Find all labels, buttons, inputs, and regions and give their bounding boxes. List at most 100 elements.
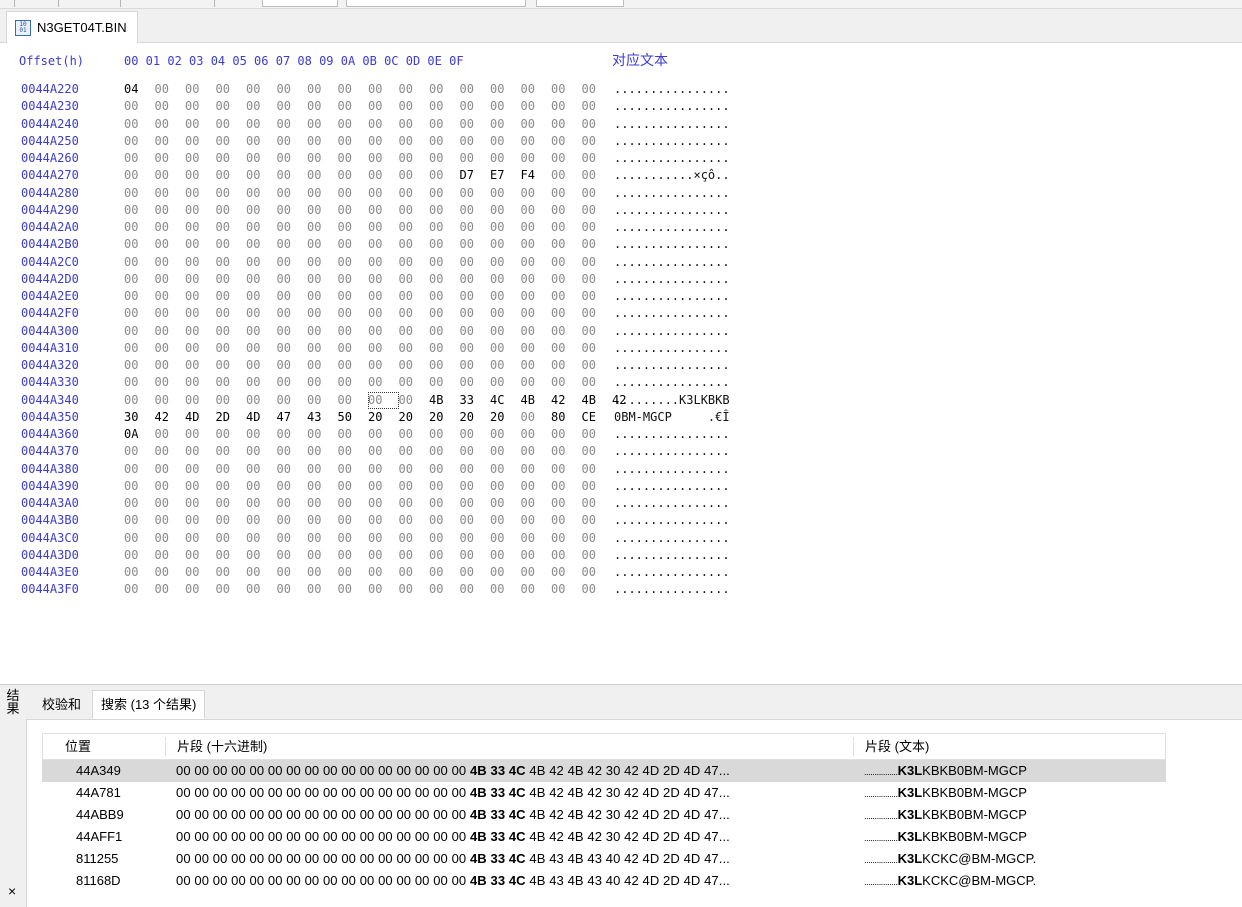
byte-cell[interactable]: 00 bbox=[551, 495, 582, 512]
byte-cell[interactable]: 00 bbox=[307, 116, 338, 133]
byte-cell[interactable]: 00 bbox=[338, 581, 369, 598]
byte-cell[interactable]: 00 bbox=[307, 133, 338, 150]
byte-cell[interactable]: 00 bbox=[429, 547, 460, 564]
byte-cell[interactable]: 00 bbox=[429, 305, 460, 322]
byte-cell[interactable]: 00 bbox=[521, 461, 552, 478]
byte-cell[interactable]: 00 bbox=[368, 150, 399, 167]
byte-cell[interactable]: 00 bbox=[124, 98, 155, 115]
byte-cell[interactable]: 00 bbox=[582, 185, 613, 202]
byte-cell[interactable]: 00 bbox=[490, 530, 521, 547]
byte-cell[interactable]: 00 bbox=[551, 581, 582, 598]
byte-cell[interactable]: 00 bbox=[582, 133, 613, 150]
byte-cell[interactable]: 00 bbox=[155, 443, 186, 460]
row-bytes[interactable]: 00 00 00 00 00 00 00 00 00 00 00 00 00 00 00 00 bbox=[124, 98, 612, 115]
byte-cell[interactable]: 00 bbox=[216, 150, 247, 167]
byte-cell[interactable]: 00 bbox=[490, 564, 521, 581]
byte-cell[interactable]: 00 bbox=[246, 461, 277, 478]
byte-cell[interactable]: 0A bbox=[124, 426, 155, 443]
byte-cell[interactable]: 00 bbox=[155, 564, 186, 581]
byte-cell[interactable]: 20 bbox=[460, 409, 491, 426]
byte-cell[interactable]: 00 bbox=[124, 495, 155, 512]
byte-cell[interactable]: 00 bbox=[246, 288, 277, 305]
row-text[interactable]: ................ bbox=[614, 81, 730, 98]
byte-cell[interactable]: 00 bbox=[246, 323, 277, 340]
byte-cell[interactable]: 00 bbox=[551, 98, 582, 115]
byte-cell[interactable]: 00 bbox=[399, 495, 430, 512]
byte-cell[interactable]: 00 bbox=[246, 426, 277, 443]
column-divider[interactable] bbox=[165, 737, 166, 756]
byte-cell[interactable]: 00 bbox=[216, 340, 247, 357]
byte-cell[interactable]: 00 bbox=[582, 98, 613, 115]
byte-cell[interactable]: 00 bbox=[368, 288, 399, 305]
byte-cell[interactable]: 00 bbox=[277, 185, 308, 202]
byte-cell[interactable]: 00 bbox=[429, 254, 460, 271]
byte-cell[interactable]: 00 bbox=[368, 98, 399, 115]
byte-cell[interactable]: 00 bbox=[521, 357, 552, 374]
byte-cell[interactable]: 00 bbox=[277, 323, 308, 340]
byte-cell[interactable]: 00 bbox=[429, 478, 460, 495]
byte-cell[interactable]: 00 bbox=[399, 116, 430, 133]
byte-cell[interactable]: 00 bbox=[124, 236, 155, 253]
tab-checksum[interactable]: 校验和 bbox=[34, 691, 89, 718]
byte-cell[interactable]: 00 bbox=[185, 305, 216, 322]
byte-cell[interactable]: 00 bbox=[521, 116, 552, 133]
byte-cell[interactable]: 00 bbox=[155, 530, 186, 547]
byte-cell[interactable]: 00 bbox=[216, 81, 247, 98]
byte-cell[interactable]: 00 bbox=[216, 564, 247, 581]
byte-cell[interactable]: 00 bbox=[155, 98, 186, 115]
byte-cell[interactable]: 00 bbox=[490, 98, 521, 115]
byte-cell[interactable]: 00 bbox=[429, 530, 460, 547]
byte-cell[interactable]: 00 bbox=[551, 357, 582, 374]
byte-cell[interactable]: 00 bbox=[582, 167, 613, 184]
byte-cell[interactable]: 00 bbox=[521, 530, 552, 547]
byte-cell[interactable]: 00 bbox=[582, 426, 613, 443]
byte-cell[interactable]: 00 bbox=[521, 202, 552, 219]
byte-cell[interactable]: 00 bbox=[399, 133, 430, 150]
byte-cell[interactable]: 00 bbox=[155, 323, 186, 340]
byte-cell[interactable]: 00 bbox=[368, 305, 399, 322]
byte-cell[interactable]: 00 bbox=[216, 236, 247, 253]
byte-cell[interactable]: 00 bbox=[155, 340, 186, 357]
byte-cell[interactable]: 00 bbox=[460, 547, 491, 564]
byte-cell[interactable]: 00 bbox=[429, 357, 460, 374]
byte-cell[interactable]: 00 bbox=[429, 564, 460, 581]
byte-cell[interactable]: 00 bbox=[521, 581, 552, 598]
row-bytes[interactable]: 00 00 00 00 00 00 00 00 00 00 00 00 00 00 00 00 bbox=[124, 478, 612, 495]
byte-cell[interactable]: 00 bbox=[582, 150, 613, 167]
byte-cell[interactable]: 00 bbox=[368, 512, 399, 529]
byte-cell[interactable]: 00 bbox=[155, 133, 186, 150]
byte-cell[interactable]: 00 bbox=[551, 116, 582, 133]
byte-cell[interactable]: 00 bbox=[399, 461, 430, 478]
byte-cell[interactable]: 00 bbox=[246, 443, 277, 460]
byte-cell[interactable]: 00 bbox=[216, 374, 247, 391]
byte-cell[interactable]: 00 bbox=[277, 288, 308, 305]
byte-cell[interactable]: 00 bbox=[460, 98, 491, 115]
byte-cell[interactable]: 00 bbox=[490, 116, 521, 133]
byte-cell[interactable]: 00 bbox=[368, 133, 399, 150]
row-bytes[interactable]: 00 00 00 00 00 00 00 00 00 00 4B 33 4C 4B 42 4B 42 bbox=[124, 391, 643, 409]
byte-cell[interactable]: 00 bbox=[460, 150, 491, 167]
byte-cell[interactable]: 00 bbox=[460, 426, 491, 443]
byte-cell[interactable]: 00 bbox=[429, 150, 460, 167]
row-text[interactable]: ................ bbox=[614, 236, 730, 253]
byte-cell[interactable]: 00 bbox=[460, 236, 491, 253]
byte-cell[interactable]: 00 bbox=[368, 167, 399, 184]
byte-cell[interactable]: 00 bbox=[185, 426, 216, 443]
result-row[interactable]: 81168D 00 00 00 00 00 00 00 00 00 00 00 0… bbox=[42, 870, 1166, 892]
byte-cell[interactable]: 00 bbox=[399, 374, 430, 391]
byte-cell[interactable]: 00 bbox=[551, 478, 582, 495]
byte-cell[interactable]: 00 bbox=[185, 98, 216, 115]
hex-editor[interactable]: Offset(h) 00 01 02 03 04 05 06 07 08 09 … bbox=[0, 43, 1242, 684]
byte-cell[interactable]: 42 bbox=[155, 409, 186, 426]
column-text[interactable]: 片段 (文本) bbox=[865, 734, 929, 759]
byte-cell[interactable]: 00 bbox=[399, 98, 430, 115]
byte-cell[interactable]: 00 bbox=[307, 530, 338, 547]
byte-cell[interactable]: 00 bbox=[185, 357, 216, 374]
byte-cell[interactable]: 00 bbox=[185, 150, 216, 167]
row-text[interactable]: ................ bbox=[614, 305, 730, 322]
byte-cell[interactable]: 00 bbox=[521, 219, 552, 236]
byte-cell[interactable]: 00 bbox=[368, 374, 399, 391]
byte-cell[interactable]: 00 bbox=[582, 288, 613, 305]
byte-cell[interactable]: 00 bbox=[490, 305, 521, 322]
byte-cell[interactable]: 00 bbox=[582, 357, 613, 374]
